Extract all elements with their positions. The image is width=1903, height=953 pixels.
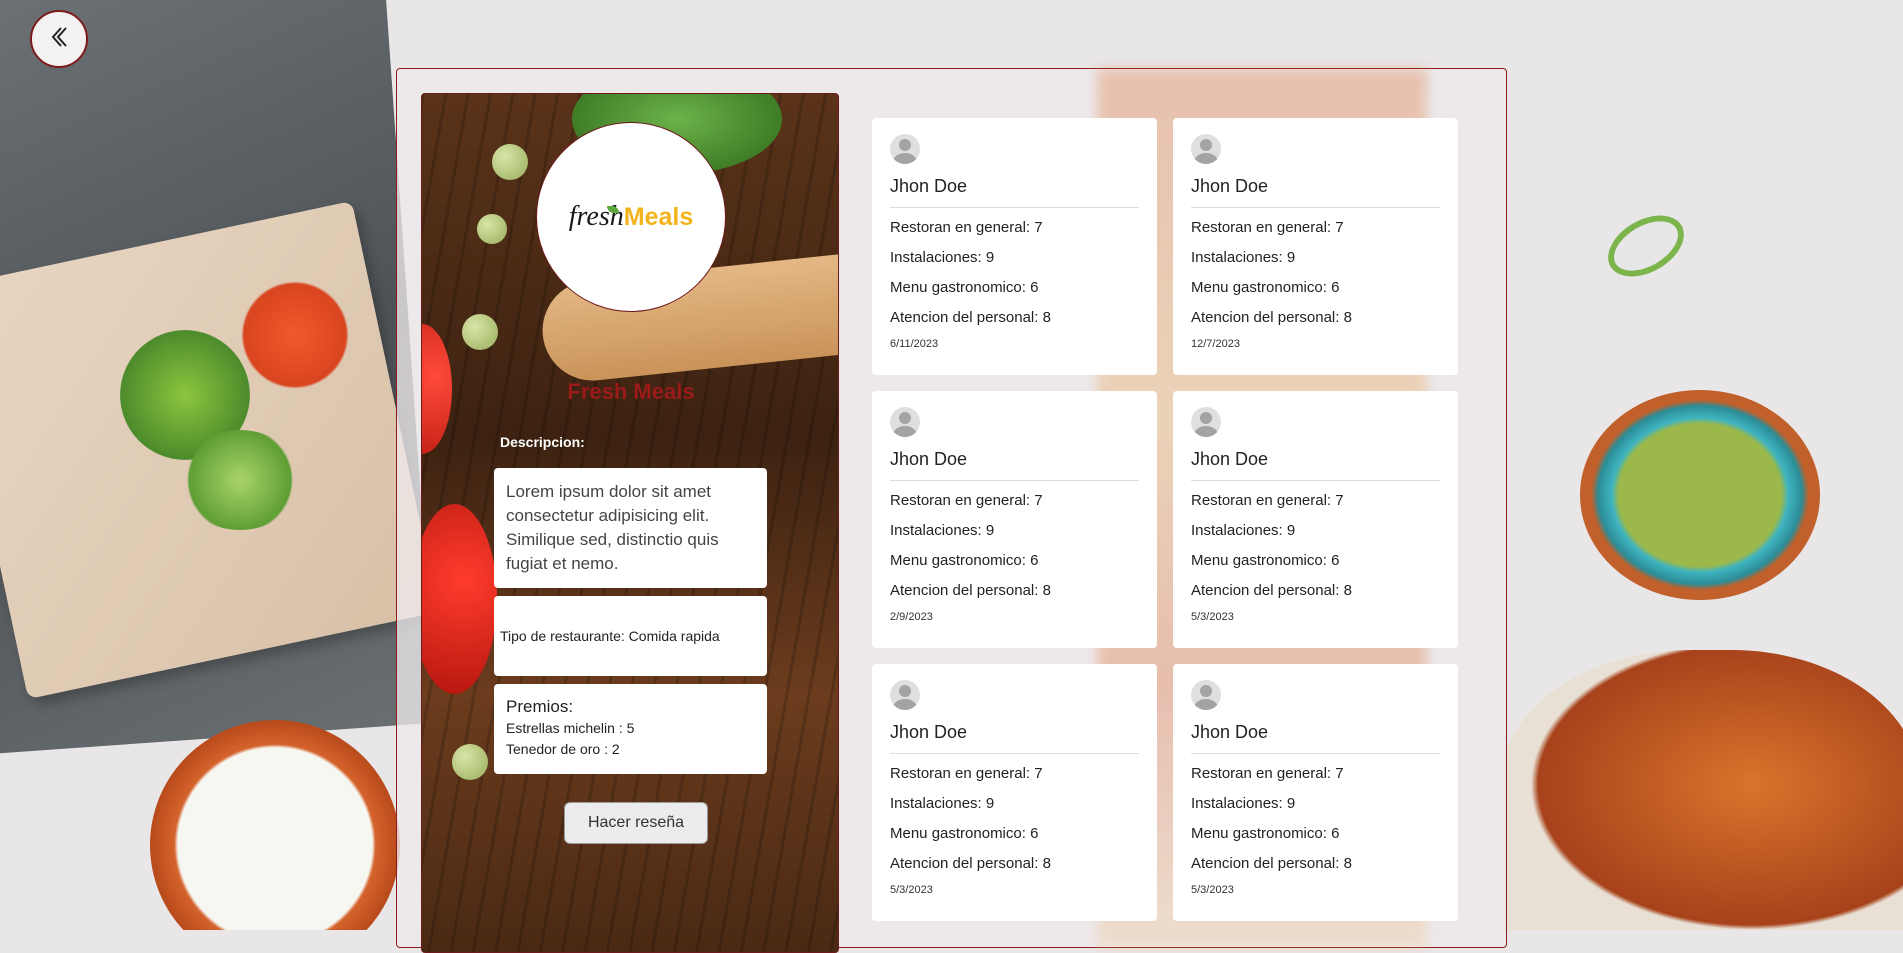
rating-general: Restoran en general: 7 — [1191, 765, 1344, 782]
rating-instalaciones: Instalaciones: 9 — [890, 249, 995, 266]
rating-atencion: Atencion del personal: 8 — [890, 309, 1051, 326]
rating-atencion: Atencion del personal: 8 — [890, 855, 1051, 872]
make-review-button[interactable]: Hacer reseña — [564, 802, 708, 844]
rating-menu: Menu gastronomico: 6 — [890, 279, 1039, 296]
user-avatar-icon — [1191, 407, 1221, 437]
review-date: 5/3/2023 — [1191, 611, 1234, 623]
review-card: Jhon Doe Restoran en general: 7 Instalacio… — [872, 664, 1157, 921]
rating-general: Restoran en general: 7 — [890, 492, 1043, 509]
award-michelin: Estrellas michelin : 5 — [506, 720, 635, 736]
rating-menu: Menu gastronomico: 6 — [1191, 552, 1340, 569]
awards-title: Premios: — [506, 697, 574, 716]
review-date: 5/3/2023 — [1191, 884, 1234, 896]
rating-menu: Menu gastronomico: 6 — [1191, 825, 1340, 842]
back-button[interactable] — [30, 10, 88, 68]
reviewer-name: Jhon Doe — [890, 449, 1139, 481]
rating-menu: Menu gastronomico: 6 — [1191, 279, 1340, 296]
user-avatar-icon — [890, 407, 920, 437]
user-avatar-icon — [890, 134, 920, 164]
rating-instalaciones: Instalaciones: 9 — [1191, 522, 1296, 539]
rating-instalaciones: Instalaciones: 9 — [1191, 795, 1296, 812]
review-card: Jhon Doe Restoran en general: 7 Instalacio… — [1173, 664, 1458, 921]
review-card: Jhon Doe Restoran en general: 7 Instalacio… — [1173, 118, 1458, 375]
review-card: Jhon Doe Restoran en general: 7 Instalacio… — [872, 118, 1157, 375]
reviewer-name: Jhon Doe — [1191, 722, 1440, 754]
restaurant-name: Fresh Meals — [567, 379, 695, 404]
rating-general: Restoran en general: 7 — [890, 765, 1043, 782]
rating-atencion: Atencion del personal: 8 — [1191, 855, 1352, 872]
restaurant-type: Tipo de restaurante: Comida rapida — [500, 628, 720, 644]
reviewer-name: Jhon Doe — [1191, 449, 1440, 481]
logo-text-fresh: fresh — [568, 201, 624, 232]
rating-atencion: Atencion del personal: 8 — [1191, 309, 1352, 326]
reviewer-name: Jhon Doe — [890, 722, 1139, 754]
rating-instalaciones: Instalaciones: 9 — [890, 522, 995, 539]
restaurant-card: freshMeals Fresh Meals Descripcion: Lore… — [421, 93, 839, 953]
rating-general: Restoran en general: 7 — [1191, 219, 1344, 236]
user-avatar-icon — [1191, 134, 1221, 164]
rating-instalaciones: Instalaciones: 9 — [890, 795, 995, 812]
rating-atencion: Atencion del personal: 8 — [1191, 582, 1352, 599]
main-panel: freshMeals Fresh Meals Descripcion: Lore… — [396, 68, 1507, 953]
description-box: Lorem ipsum dolor sit amet consectetur a… — [494, 468, 767, 588]
review-date: 12/7/2023 — [1191, 338, 1240, 350]
rating-general: Restoran en general: 7 — [1191, 492, 1344, 509]
chevron-left-icon — [46, 24, 72, 55]
restaurant-logo: freshMeals — [536, 122, 726, 312]
logo-text-meals: Meals — [623, 203, 694, 231]
rating-menu: Menu gastronomico: 6 — [890, 552, 1039, 569]
user-avatar-icon — [890, 680, 920, 710]
rating-general: Restoran en general: 7 — [890, 219, 1043, 236]
restaurant-type-box: Tipo de restaurante: Comida rapida — [494, 596, 767, 676]
review-card: Jhon Doe Restoran en general: 7 Instalacio… — [872, 391, 1157, 648]
review-date: 2/9/2023 — [890, 611, 933, 623]
reviewer-name: Jhon Doe — [890, 176, 1139, 208]
description-label: Descripcion: — [500, 434, 585, 450]
award-tenedor: Tenedor de oro : 2 — [506, 741, 620, 757]
review-date: 6/11/2023 — [890, 338, 939, 350]
rating-instalaciones: Instalaciones: 9 — [1191, 249, 1296, 266]
user-avatar-icon — [1191, 680, 1221, 710]
awards-box: Premios: Estrellas michelin : 5 Tenedor … — [494, 684, 767, 774]
rating-menu: Menu gastronomico: 6 — [890, 825, 1039, 842]
rating-atencion: Atencion del personal: 8 — [890, 582, 1051, 599]
reviewer-name: Jhon Doe — [1191, 176, 1440, 208]
review-date: 5/3/2023 — [890, 884, 933, 896]
review-card: Jhon Doe Restoran en general: 7 Instalacio… — [1173, 391, 1458, 648]
